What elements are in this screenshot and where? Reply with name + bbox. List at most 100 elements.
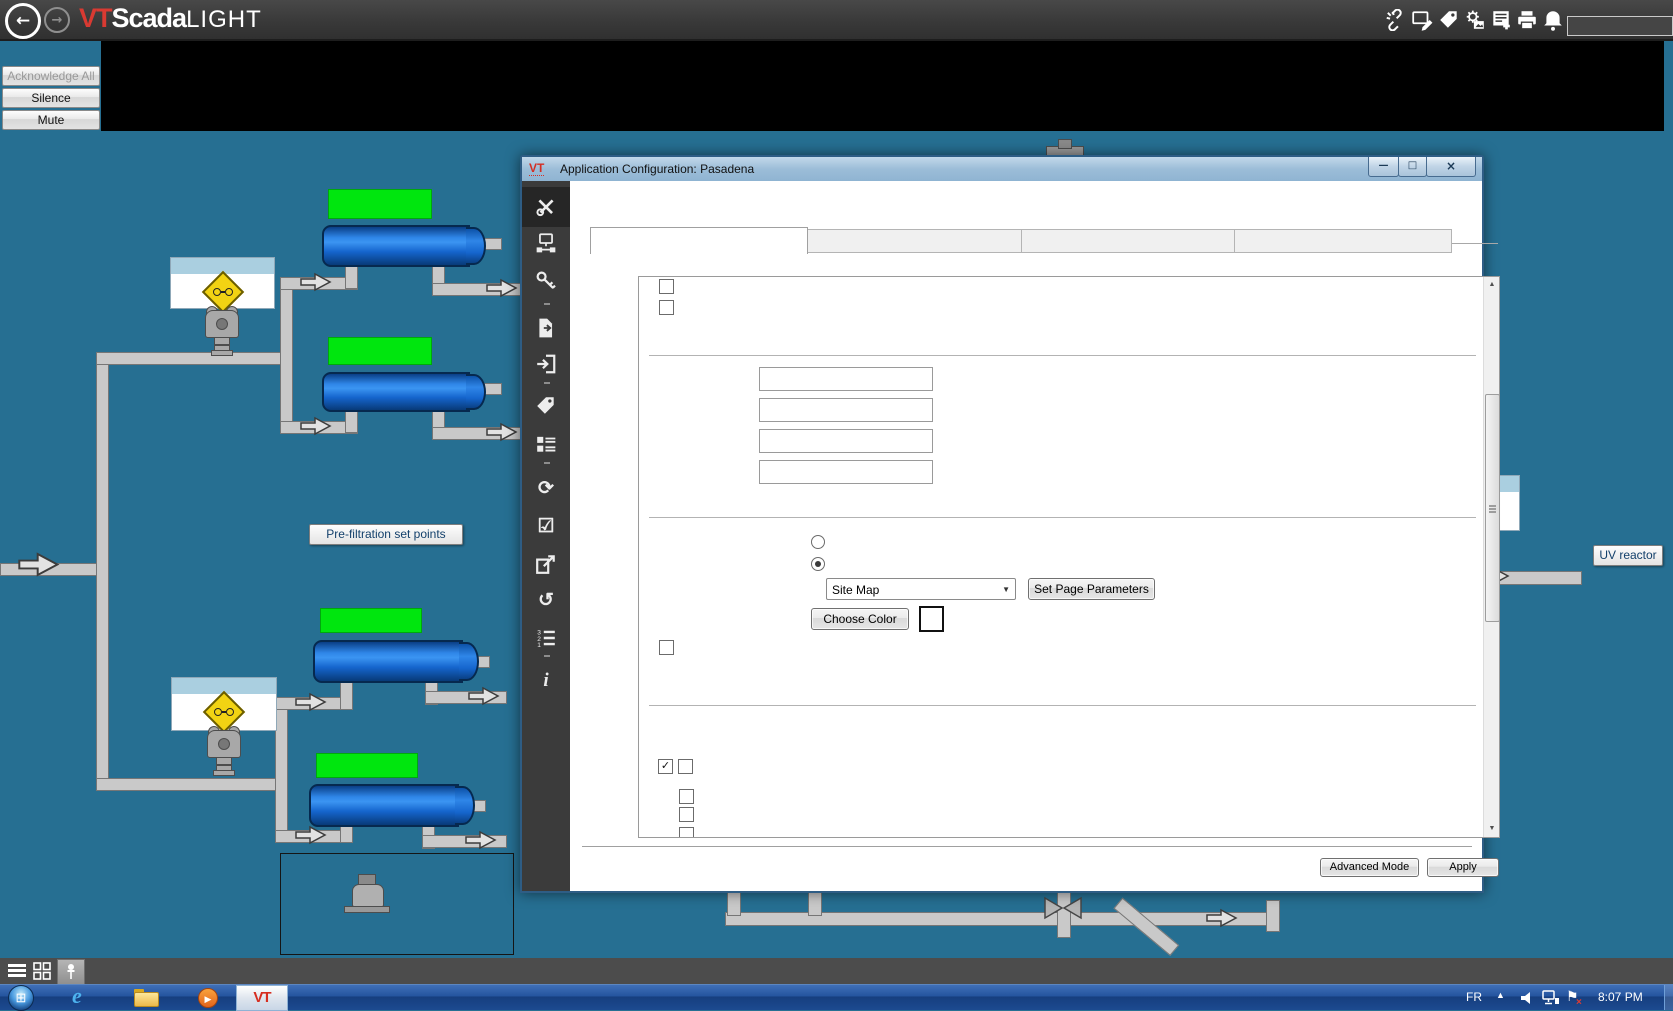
flow-arrow-icon	[300, 416, 332, 436]
mute-button[interactable]: Mute	[2, 110, 100, 130]
config-text-input-3[interactable]	[759, 429, 933, 453]
filter-tank-2-cap	[466, 374, 486, 410]
valve-icon	[1044, 896, 1082, 920]
tasks-icon: ☑	[537, 515, 555, 537]
pump-stem	[211, 350, 233, 356]
filter-tank-1[interactable]	[322, 225, 470, 267]
start-button[interactable]: ⊞	[8, 985, 34, 1011]
screen-edit-icon[interactable]	[1411, 9, 1433, 31]
pipe	[345, 410, 358, 433]
apply-button[interactable]: Apply	[1427, 858, 1499, 877]
tools-icon	[536, 199, 554, 217]
tools-tab[interactable]	[522, 187, 570, 227]
set-page-parameters-button[interactable]: Set Page Parameters	[1028, 578, 1155, 600]
network-tab[interactable]	[522, 223, 570, 263]
media-player-icon[interactable]: ▶	[198, 988, 218, 1008]
flow-arrow-icon	[486, 422, 518, 442]
tray-up-icon[interactable]: ▲	[1496, 990, 1505, 1000]
option-checkbox-2[interactable]	[659, 300, 674, 315]
hamburger-icon	[8, 964, 26, 967]
minimize-button[interactable]: —	[1368, 157, 1399, 177]
tab-3[interactable]	[1021, 229, 1235, 253]
prefiltration-setpoints-button[interactable]: Pre-filtration set points	[309, 524, 463, 545]
undo-tab[interactable]: ↺	[522, 580, 570, 620]
tags-tab[interactable]	[522, 386, 570, 426]
tab-2[interactable]	[807, 229, 1022, 253]
security-tab[interactable]	[522, 261, 570, 301]
numbered-list-tab[interactable]: 321	[522, 618, 570, 658]
acknowledge-all-button[interactable]: Acknowledge All	[2, 66, 100, 86]
scroll-up-icon[interactable]: ▲	[1484, 277, 1499, 293]
gear-image-icon[interactable]	[1464, 9, 1486, 31]
windows-icon: ⊞	[15, 990, 27, 1005]
option-checkbox-4-checked[interactable]: ✓	[658, 759, 673, 774]
start-page-dropdown[interactable]: Site Map ▼	[826, 578, 1016, 600]
back-button[interactable]: ←	[5, 3, 41, 39]
filter-tank-3[interactable]	[313, 640, 463, 683]
dropdown-value: Site Map	[832, 583, 880, 597]
forward-button[interactable]: →	[44, 7, 70, 33]
scrollbar-thumb[interactable]	[1485, 394, 1499, 622]
import-tab[interactable]	[522, 344, 570, 384]
alarm-banner	[101, 39, 1664, 131]
silence-button[interactable]: Silence	[2, 88, 100, 108]
section-separator	[649, 705, 1476, 706]
list-add-icon[interactable]	[1490, 9, 1512, 31]
pin-button[interactable]	[57, 959, 85, 985]
topbar-search-input[interactable]	[1567, 16, 1673, 36]
language-indicator[interactable]: FR	[1466, 990, 1482, 1004]
show-desktop-button[interactable]	[1664, 985, 1673, 1010]
bottom-pump[interactable]	[352, 884, 384, 907]
recirculation-loop	[280, 853, 514, 955]
pump-stem	[213, 770, 235, 776]
vertical-scrollbar[interactable]: ▲ ▼	[1483, 277, 1499, 837]
color-swatch[interactable]	[919, 606, 944, 632]
page-export-tab[interactable]	[522, 308, 570, 348]
clock[interactable]: 8:07 PM	[1598, 990, 1643, 1004]
list-blocks-tab[interactable]	[522, 424, 570, 464]
grid-icon	[33, 962, 51, 980]
broken-link-icon[interactable]	[1384, 8, 1406, 32]
scroll-down-icon[interactable]: ▼	[1484, 821, 1499, 837]
option-checkbox-6[interactable]	[679, 789, 694, 804]
start-page-radio-2-selected[interactable]	[811, 557, 825, 571]
filter-tank-2[interactable]	[322, 372, 470, 412]
speaker-icon[interactable]	[1520, 991, 1536, 1005]
config-text-input-1[interactable]	[759, 367, 933, 391]
chevron-down-icon: ▼	[1002, 585, 1010, 594]
tasks-tab[interactable]: ☑	[522, 506, 570, 546]
export-tab[interactable]	[522, 544, 570, 584]
tab-4[interactable]	[1234, 229, 1452, 253]
option-checkbox-7[interactable]	[679, 807, 694, 822]
printer-icon[interactable]	[1516, 9, 1538, 31]
config-text-input-4[interactable]	[759, 460, 933, 484]
filter-tank-4-cap	[455, 786, 475, 825]
config-text-input-2[interactable]	[759, 398, 933, 422]
uv-reactor-button[interactable]: UV reactor	[1593, 545, 1663, 566]
pipe	[484, 383, 502, 395]
start-page-radio-1[interactable]	[811, 535, 825, 549]
screen: { "topbar": { "logo_vt": "VT", "logo_sca…	[0, 0, 1673, 1011]
settings-scroll-area: Site Map ▼ Set Page Parameters Choose Co…	[638, 276, 1500, 838]
close-button[interactable]: ×	[1426, 157, 1476, 177]
maximize-button[interactable]: □	[1398, 157, 1427, 177]
option-checkbox-1[interactable]	[659, 279, 674, 294]
option-checkbox-8[interactable]	[679, 827, 694, 837]
choose-color-button[interactable]: Choose Color	[811, 608, 909, 630]
option-checkbox-3[interactable]	[659, 640, 674, 655]
internet-explorer-icon[interactable]: e	[72, 983, 82, 1009]
section-separator	[649, 355, 1476, 356]
tab-1-selected[interactable]	[590, 227, 808, 254]
refresh-tab[interactable]: ⟳	[522, 468, 570, 508]
filter-tank-4[interactable]	[309, 784, 459, 827]
section-separator	[649, 517, 1476, 518]
network-icon[interactable]	[1542, 990, 1560, 1006]
dialog-title-bar[interactable]: VT Application Configuration: Pasadena	[522, 157, 1482, 182]
vtscada-taskbar-button[interactable]: VT	[236, 985, 288, 1011]
filter-tank-1-cap	[466, 227, 486, 265]
bell-icon[interactable]	[1542, 9, 1564, 31]
option-checkbox-5[interactable]	[678, 759, 693, 774]
tag-icon[interactable]	[1438, 9, 1460, 31]
advanced-mode-button[interactable]: Advanced Mode	[1320, 858, 1419, 877]
info-tab[interactable]: i	[522, 661, 570, 701]
